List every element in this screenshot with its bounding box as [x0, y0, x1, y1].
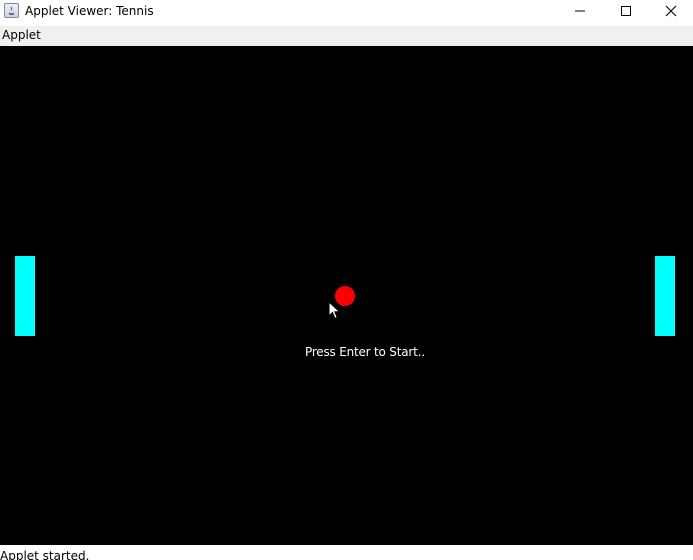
menu-item-applet[interactable]: Applet [2, 28, 41, 42]
status-text: Applet started. [0, 549, 90, 560]
mouse-cursor-icon [328, 301, 341, 320]
window-title: Applet Viewer: Tennis [25, 4, 154, 18]
title-bar[interactable]: Applet Viewer: Tennis [0, 0, 693, 24]
maximize-icon [621, 6, 631, 16]
start-prompt: Press Enter to Start.. [305, 345, 425, 359]
applet-viewer-window: Applet Viewer: Tennis Applet Press Enter… [0, 0, 693, 560]
close-icon [665, 5, 677, 17]
status-bar: Applet started. [0, 545, 693, 560]
game-canvas[interactable]: Press Enter to Start.. [0, 46, 693, 545]
close-button[interactable] [648, 0, 693, 22]
left-paddle [15, 256, 35, 336]
menu-bar: Applet [0, 26, 693, 46]
minimize-button[interactable] [557, 0, 603, 22]
java-icon[interactable] [4, 3, 19, 18]
right-paddle [655, 256, 675, 336]
maximize-button[interactable] [603, 0, 649, 22]
minimize-icon [575, 10, 585, 12]
